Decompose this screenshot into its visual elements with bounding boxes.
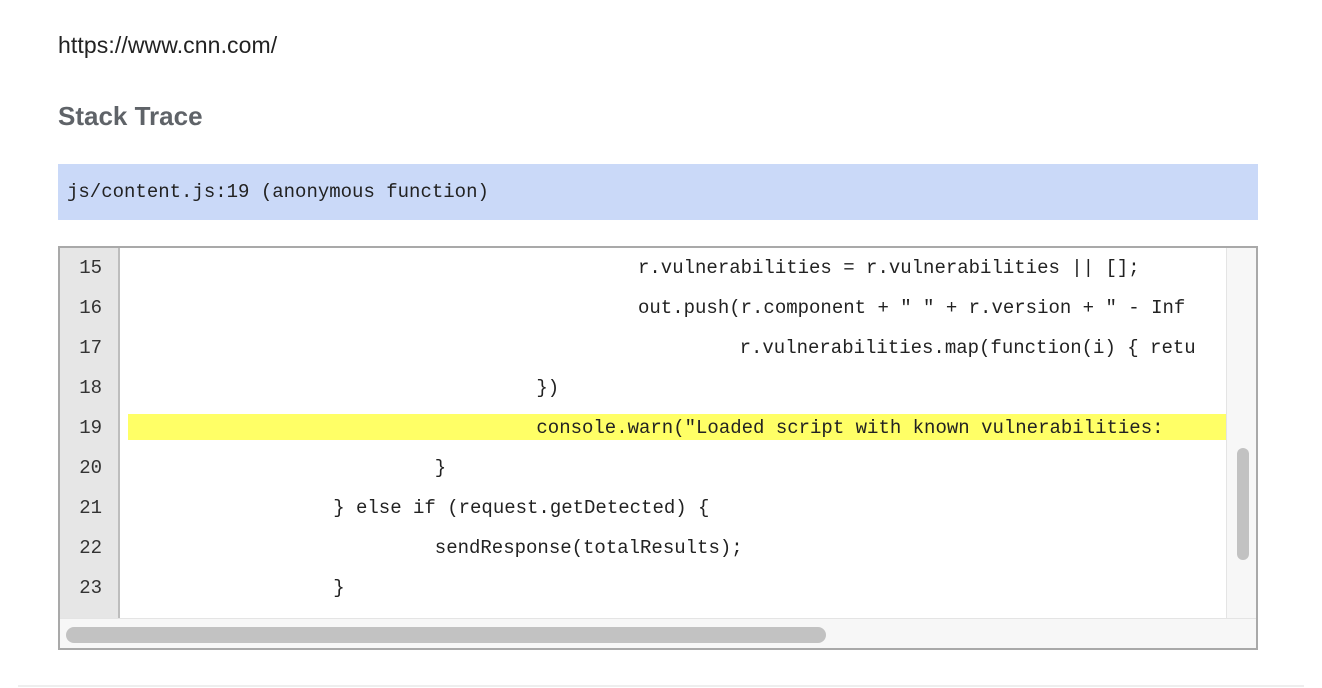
page-url: https://www.cnn.com/	[58, 32, 278, 58]
code-line: r.vulnerabilities.map(function(i) { retu	[739, 337, 1196, 359]
vertical-scrollbar-thumb[interactable]	[1237, 448, 1249, 560]
line-number-gutter: 15 16 17 18 19 20 21 22 23	[60, 248, 120, 618]
code-content[interactable]: r.vulnerabilities = r.vulnerabilities ||…	[120, 248, 1226, 618]
code-line: sendResponse(totalResults);	[434, 537, 743, 559]
stack-frame-entry[interactable]: js/content.js:19 (anonymous function)	[58, 164, 1258, 220]
code-line: console.warn("Loaded script with known v…	[536, 417, 1164, 439]
line-number: 19	[79, 417, 102, 439]
code-line: }	[434, 457, 447, 479]
code-line: }	[333, 577, 345, 599]
line-number: 17	[79, 337, 102, 359]
horizontal-scrollbar-thumb[interactable]	[66, 627, 826, 643]
code-line: })	[536, 377, 560, 399]
line-number: 20	[79, 457, 102, 479]
code-line: out.push(r.component + " " + r.version +…	[638, 297, 1186, 319]
line-number: 23	[79, 577, 102, 599]
line-number: 16	[79, 297, 102, 319]
line-number: 22	[79, 537, 102, 559]
vertical-scrollbar[interactable]	[1226, 248, 1256, 618]
code-line: } else if (request.getDetected) {	[333, 497, 710, 519]
code-line: r.vulnerabilities = r.vulnerabilities ||…	[638, 257, 1140, 279]
line-number: 15	[79, 257, 102, 279]
divider	[18, 685, 1304, 687]
line-number: 18	[79, 377, 102, 399]
horizontal-scrollbar[interactable]	[60, 618, 1256, 648]
code-viewer[interactable]: 15 16 17 18 19 20 21 22 23 r.vulnerabilities = r…	[58, 246, 1258, 650]
line-number: 21	[79, 497, 102, 519]
stack-trace-heading: Stack Trace	[58, 101, 203, 131]
